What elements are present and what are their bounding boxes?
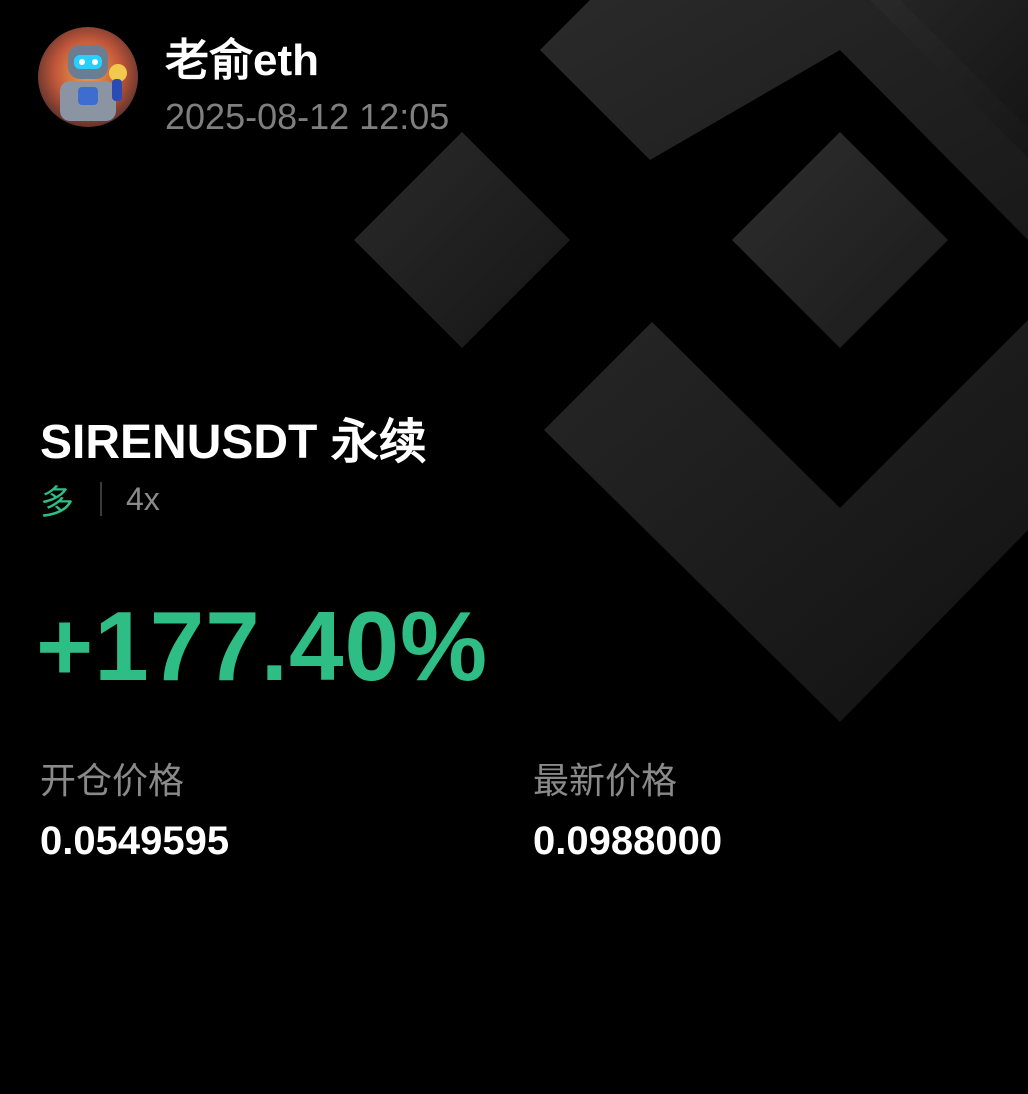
logo-center-diamond bbox=[732, 132, 948, 348]
entry-price-value: 0.0549595 bbox=[40, 819, 230, 863]
pnl-share-card: 老俞eth 2025-08-12 12:05 SIRENUSDT 永续 多 4x… bbox=[0, 0, 1028, 1094]
logo-left-diamond bbox=[354, 132, 570, 348]
timestamp: 2025-08-12 12:05 bbox=[165, 96, 450, 137]
divider bbox=[100, 482, 102, 516]
logo-bottom-chevron bbox=[544, 320, 1028, 722]
mark-price-value: 0.0988000 bbox=[533, 819, 723, 863]
contract-symbol: SIRENUSDT 永续 bbox=[40, 416, 427, 469]
robot-avatar-icon bbox=[38, 27, 138, 127]
binance-logo-watermark-icon bbox=[354, 0, 1028, 722]
entry-price-label: 开仓价格 bbox=[40, 760, 185, 801]
position-meta: 多 4x bbox=[40, 474, 160, 524]
username: 老俞eth bbox=[165, 36, 319, 85]
pnl-percent: +177.40% bbox=[36, 591, 489, 701]
mark-price-block: 最新价格 0.0988000 bbox=[533, 756, 722, 866]
mark-price-label: 最新价格 bbox=[533, 760, 678, 801]
leverage: 4x bbox=[126, 480, 160, 517]
avatar[interactable] bbox=[38, 27, 138, 127]
entry-price-block: 开仓价格 0.0549595 bbox=[40, 756, 229, 866]
position-side: 多 bbox=[40, 483, 74, 522]
